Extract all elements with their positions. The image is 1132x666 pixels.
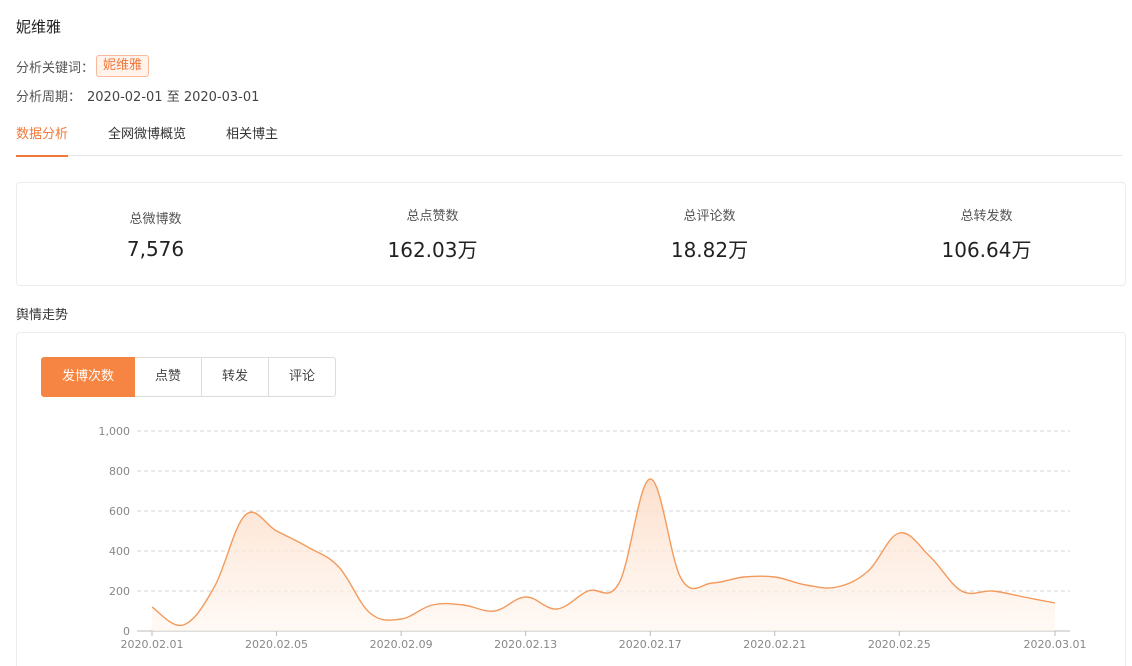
y-tick-label: 200 <box>109 585 130 598</box>
stat-label: 总点赞数 <box>406 209 459 224</box>
x-tick-label: 2020.02.01 <box>121 638 184 651</box>
trend-card: 发博次数 点赞 转发 评论 0 200 400 600 800 1,000 2020.02.… <box>16 332 1126 666</box>
stat-label: 总转发数 <box>960 209 1013 224</box>
x-tick-label: 2020.02.13 <box>494 638 557 651</box>
stat-total-posts: 总微博数 7,576 <box>17 183 294 285</box>
stat-label: 总微博数 <box>129 211 182 227</box>
keyword-tag[interactable]: 妮维雅 <box>96 55 150 77</box>
stat-value: 162.03万 <box>387 238 478 262</box>
stat-label: 总评论数 <box>683 209 736 224</box>
page-title: 妮维雅 <box>16 18 62 36</box>
x-tick-label: 2020.02.25 <box>868 638 931 651</box>
x-tick-label: 2020.02.21 <box>743 638 806 651</box>
y-tick-label: 0 <box>123 625 130 638</box>
y-tick-label: 1,000 <box>99 425 131 438</box>
stat-value: 7,576 <box>126 236 185 261</box>
keyword-label: 分析关键词： <box>16 60 95 76</box>
main-tabs: 数据分析 全网微博概览 相关博主 <box>16 118 1122 157</box>
stat-total-comments: 总评论数 18.82万 <box>571 183 848 285</box>
y-tick-label: 400 <box>109 545 130 558</box>
trend-section-title: 舆情走势 <box>16 308 69 323</box>
stats-card: 总微博数 7,576 总点赞数 162.03万 总评论数 18.82万 总转发数… <box>16 182 1126 286</box>
y-tick-label: 800 <box>109 465 130 478</box>
period-label: 分析周期： <box>16 90 82 105</box>
tab-weibo-overview[interactable]: 全网微博概览 <box>108 118 186 156</box>
period-value: 2020-02-01 至 2020-03-01 <box>87 90 260 105</box>
stat-value: 106.64万 <box>941 238 1032 262</box>
trend-chart: 0 200 400 600 800 1,000 2020.02.01 2020.02.05 20… <box>99 425 1087 651</box>
trend-area <box>152 478 1055 631</box>
x-tick-label: 2020.03.01 <box>1024 638 1087 651</box>
stat-total-likes: 总点赞数 162.03万 <box>294 183 571 285</box>
keyword-row: 分析关键词： 妮维雅 <box>16 55 150 77</box>
tab-related-bloggers[interactable]: 相关博主 <box>226 118 278 156</box>
x-tick-label: 2020.02.05 <box>245 638 308 651</box>
stat-value: 18.82万 <box>670 238 749 262</box>
y-tick-label: 600 <box>109 505 130 518</box>
tab-data-analysis[interactable]: 数据分析 <box>16 118 69 157</box>
period-row: 分析周期： 2020-02-01 至 2020-03-01 <box>16 86 259 105</box>
stat-total-reposts: 总转发数 106.64万 <box>848 183 1125 285</box>
x-tick-label: 2020.02.17 <box>619 638 682 651</box>
x-tick-label: 2020.02.09 <box>370 638 433 651</box>
